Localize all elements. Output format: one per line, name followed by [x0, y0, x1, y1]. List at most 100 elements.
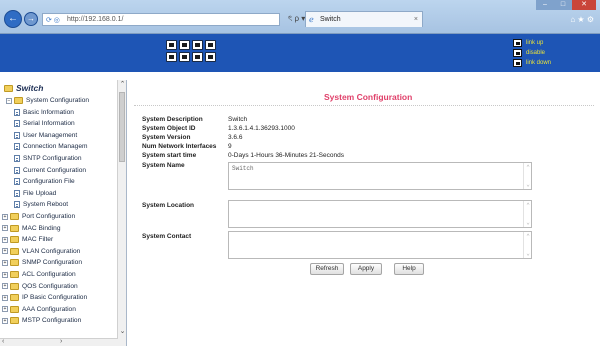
page-icon [14, 189, 20, 197]
sidebar-vertical-scrollbar[interactable]: ⌃ ⌄ [117, 80, 126, 346]
expand-icon[interactable]: + [2, 317, 8, 324]
address-tools[interactable]: ৎ ρ ▾ [288, 13, 305, 26]
apply-button[interactable]: Apply [350, 263, 382, 275]
expand-icon[interactable]: + [2, 225, 8, 232]
sidebar-item[interactable]: Basic Information [14, 107, 74, 118]
info-label: System Version [142, 134, 191, 141]
expand-icon[interactable]: + [2, 236, 8, 243]
address-bar[interactable]: ⟳ ◎ http://192.168.0.1/ [42, 13, 280, 26]
folder-icon [10, 282, 19, 290]
sidebar-item-label: Port Configuration [22, 213, 76, 220]
ie-icon: ℯ [309, 15, 314, 24]
device-panel: link up disable link down [0, 34, 600, 72]
expand-icon[interactable]: + [2, 271, 8, 278]
sidebar-item[interactable]: + MSTP Configuration [2, 315, 81, 326]
scroll-up-icon[interactable]: ⌃ [524, 202, 532, 209]
close-window-button[interactable]: ✕ [572, 0, 596, 10]
folder-icon [10, 247, 19, 255]
minimize-button[interactable]: – [536, 0, 554, 10]
scroll-right-icon[interactable]: › [60, 338, 62, 345]
sidebar-item[interactable]: + AAA Configuration [2, 304, 76, 315]
folder-icon [10, 305, 19, 313]
tab-label: Switch [320, 16, 341, 23]
browser-chrome: – □ ✕ ← → ⟳ ◎ http://192.168.0.1/ ৎ ρ ▾ … [0, 0, 600, 34]
textarea-scrollbar[interactable]: ⌃ ⌄ [523, 163, 531, 189]
sidebar-item[interactable]: + VLAN Configuration [2, 246, 80, 257]
collapse-icon[interactable]: − [6, 97, 12, 104]
page-icon [14, 166, 20, 174]
sidebar-item[interactable]: Current Configuration [14, 165, 86, 176]
scroll-down-icon[interactable]: ⌄ [118, 327, 126, 337]
tab-switch[interactable]: ℯ Switch × [305, 11, 423, 27]
sidebar-item[interactable]: + MAC Binding [2, 223, 60, 234]
page-icon [14, 178, 20, 186]
expand-icon[interactable]: + [2, 259, 8, 266]
port-icon[interactable] [179, 52, 190, 62]
port-panel [166, 40, 216, 62]
sidebar-item[interactable]: User Management [14, 130, 77, 141]
sidebar-item-label: Current Configuration [23, 166, 87, 174]
sidebar-item[interactable]: System Reboot [14, 199, 68, 210]
system-location-input[interactable]: ⌃ ⌄ [228, 200, 532, 228]
sidebar-item-label: Configuration File [23, 178, 75, 186]
sidebar-item-label: SNMP Configuration [22, 259, 82, 267]
expand-icon[interactable]: + [2, 283, 8, 290]
textarea-scrollbar[interactable]: ⌃ ⌄ [523, 232, 531, 258]
sidebar-item[interactable]: + ACL Configuration [2, 269, 76, 280]
expand-icon[interactable]: + [2, 306, 8, 313]
scroll-thumb[interactable] [119, 92, 125, 162]
sidebar-item[interactable]: Connection Managem [14, 141, 88, 152]
scroll-up-icon[interactable]: ⌃ [118, 80, 126, 90]
scroll-up-icon[interactable]: ⌃ [524, 233, 532, 240]
scroll-down-icon[interactable]: ⌄ [524, 181, 532, 188]
port-icon[interactable] [192, 40, 203, 50]
refresh-button[interactable]: Refresh [310, 263, 344, 275]
info-label: System Description [142, 116, 203, 123]
expand-icon[interactable]: + [2, 213, 8, 220]
port-icon[interactable] [205, 40, 216, 50]
page-icon [14, 201, 20, 209]
back-button[interactable]: ← [4, 10, 22, 28]
scroll-up-icon[interactable]: ⌃ [524, 164, 532, 171]
legend-label: link up [526, 39, 544, 46]
expand-icon[interactable]: + [2, 248, 8, 255]
sidebar-item-label: MSTP Configuration [22, 317, 82, 325]
port-disable-icon [513, 48, 522, 57]
sidebar-item[interactable]: + SNMP Configuration [2, 257, 82, 268]
sidebar-item[interactable]: SNTP Configuration [14, 153, 82, 164]
system-contact-label: System Contact [142, 233, 192, 240]
title-divider [134, 105, 594, 106]
system-location-label: System Location [142, 202, 195, 209]
port-icon[interactable] [205, 52, 216, 62]
scroll-down-icon[interactable]: ⌄ [524, 219, 532, 226]
info-value: 3.6.6 [228, 134, 243, 141]
port-icon[interactable] [166, 52, 177, 62]
tree-root[interactable]: Switch [4, 82, 43, 94]
port-icon[interactable] [192, 52, 203, 62]
sidebar-item[interactable]: + IP Basic Configuration [2, 292, 87, 303]
scroll-down-icon[interactable]: ⌄ [524, 250, 532, 257]
sidebar-item[interactable]: Configuration File [14, 176, 75, 187]
port-icon[interactable] [166, 40, 177, 50]
system-contact-input[interactable]: ⌃ ⌄ [228, 231, 532, 259]
forward-button[interactable]: → [24, 12, 38, 26]
toolbar-icons[interactable]: ⌂ ★ ⚙ [570, 15, 594, 24]
expand-icon[interactable]: + [2, 294, 8, 301]
sidebar-item[interactable]: File Upload [14, 188, 56, 199]
port-icon[interactable] [179, 40, 190, 50]
system-name-input[interactable]: Switch ⌃ ⌄ [228, 162, 532, 190]
textarea-scrollbar[interactable]: ⌃ ⌄ [523, 201, 531, 227]
tab-close-icon[interactable]: × [414, 12, 418, 27]
page-icon [14, 120, 20, 128]
sidebar-horizontal-scrollbar[interactable]: ‹ › [0, 338, 118, 346]
scroll-left-icon[interactable]: ‹ [2, 338, 4, 345]
sidebar-item[interactable]: − System Configuration [6, 95, 89, 106]
sidebar-item[interactable]: Serial Information [14, 118, 75, 129]
tree-container: Switch − System Configuration Basic Inform… [0, 80, 118, 346]
system-name-value: Switch [232, 165, 254, 172]
sidebar-item[interactable]: + Port Configuration [2, 211, 75, 222]
maximize-button[interactable]: □ [554, 0, 572, 10]
sidebar-item[interactable]: + MAC Filter [2, 234, 53, 245]
sidebar-item[interactable]: + QOS Configuration [2, 281, 78, 292]
help-button[interactable]: Help [394, 263, 424, 275]
